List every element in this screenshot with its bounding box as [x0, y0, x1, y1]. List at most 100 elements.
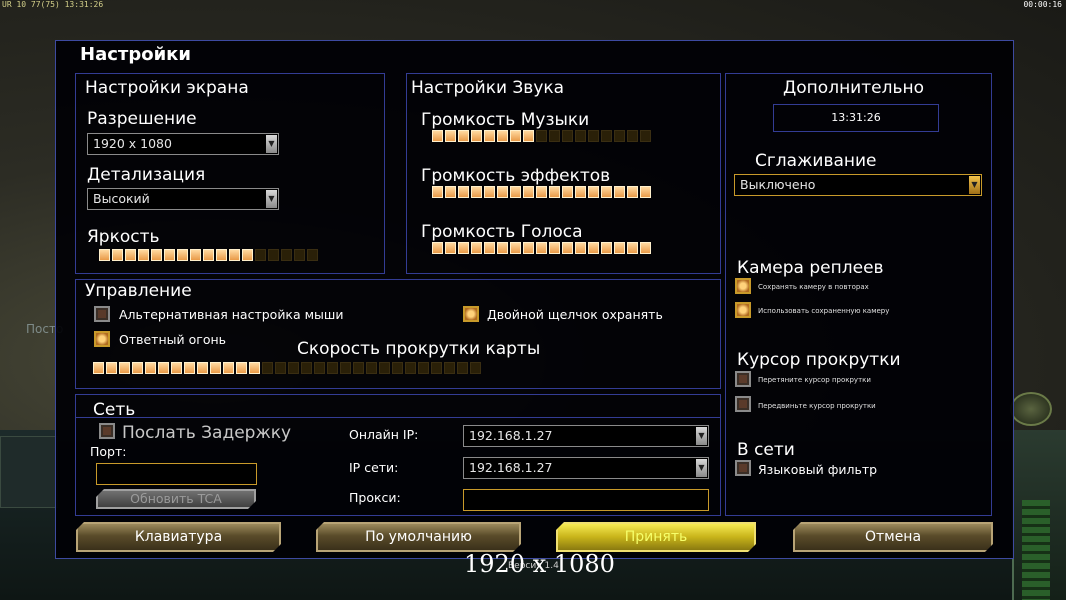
slider-segment[interactable] [197, 362, 208, 374]
slider-segment[interactable] [445, 130, 456, 142]
slider-segment[interactable] [145, 362, 156, 374]
send-delay-checkbox[interactable] [99, 423, 115, 439]
slider-segment[interactable] [249, 362, 260, 374]
slider-segment[interactable] [112, 249, 123, 261]
slider-segment[interactable] [458, 130, 469, 142]
slider-segment[interactable] [445, 242, 456, 254]
slider-segment[interactable] [229, 249, 240, 261]
slider-segment[interactable] [471, 130, 482, 142]
slider-segment[interactable] [614, 130, 625, 142]
slider-segment[interactable] [575, 186, 586, 198]
slider-segment[interactable] [314, 362, 325, 374]
slider-segment[interactable] [471, 186, 482, 198]
slider-segment[interactable] [242, 249, 253, 261]
defaults-button[interactable]: По умолчанию [316, 522, 521, 552]
slider-segment[interactable] [444, 362, 455, 374]
port-input[interactable] [96, 463, 257, 485]
slider-segment[interactable] [177, 249, 188, 261]
slider-segment[interactable] [216, 249, 227, 261]
chevron-down-icon[interactable]: ▼ [696, 459, 707, 477]
slider-segment[interactable] [510, 130, 521, 142]
slider-segment[interactable] [523, 186, 534, 198]
slider-segment[interactable] [171, 362, 182, 374]
slider-segment[interactable] [223, 362, 234, 374]
slider-segment[interactable] [432, 242, 443, 254]
slider-segment[interactable] [523, 130, 534, 142]
slider-segment[interactable] [405, 362, 416, 374]
detail-dropdown[interactable]: Высокий ▼ [87, 188, 279, 210]
update-tca-button[interactable]: Обновить TCA [96, 489, 256, 509]
scroll-cursor-move-checkbox[interactable] [735, 396, 751, 412]
slider-segment[interactable] [99, 249, 110, 261]
replay-save-camera-checkbox[interactable] [735, 278, 751, 294]
slider-segment[interactable] [588, 130, 599, 142]
slider-segment[interactable] [614, 186, 625, 198]
slider-segment[interactable] [184, 362, 195, 374]
scroll-speed-slider[interactable] [93, 362, 481, 374]
language-filter-checkbox[interactable] [735, 460, 751, 476]
slider-segment[interactable] [575, 130, 586, 142]
slider-segment[interactable] [106, 362, 117, 374]
voice-volume-slider[interactable] [432, 242, 651, 254]
slider-segment[interactable] [640, 130, 651, 142]
slider-segment[interactable] [497, 130, 508, 142]
slider-segment[interactable] [588, 186, 599, 198]
slider-segment[interactable] [268, 249, 279, 261]
slider-segment[interactable] [484, 242, 495, 254]
slider-segment[interactable] [418, 362, 429, 374]
music-volume-slider[interactable] [432, 130, 651, 142]
slider-segment[interactable] [288, 362, 299, 374]
slider-segment[interactable] [431, 362, 442, 374]
slider-segment[interactable] [549, 242, 560, 254]
slider-segment[interactable] [353, 362, 364, 374]
scroll-cursor-drag-checkbox[interactable] [735, 371, 751, 387]
chevron-down-icon[interactable]: ▼ [969, 176, 980, 194]
slider-segment[interactable] [340, 362, 351, 374]
slider-segment[interactable] [497, 186, 508, 198]
slider-segment[interactable] [471, 242, 482, 254]
lan-ip-dropdown[interactable]: 192.168.1.27 ▼ [463, 457, 709, 479]
slider-segment[interactable] [601, 130, 612, 142]
accept-button[interactable]: Принять [556, 522, 756, 552]
slider-segment[interactable] [203, 249, 214, 261]
slider-segment[interactable] [379, 362, 390, 374]
slider-segment[interactable] [132, 362, 143, 374]
brightness-slider[interactable] [99, 249, 318, 261]
slider-segment[interactable] [497, 242, 508, 254]
slider-segment[interactable] [536, 130, 547, 142]
slider-segment[interactable] [627, 130, 638, 142]
slider-segment[interactable] [458, 242, 469, 254]
return-fire-checkbox[interactable] [94, 331, 110, 347]
slider-segment[interactable] [601, 242, 612, 254]
proxy-input[interactable] [463, 489, 709, 511]
online-ip-dropdown[interactable]: 192.168.1.27 ▼ [463, 425, 709, 447]
slider-segment[interactable] [210, 362, 221, 374]
slider-segment[interactable] [164, 249, 175, 261]
antialias-dropdown[interactable]: Выключено ▼ [734, 174, 982, 196]
slider-segment[interactable] [523, 242, 534, 254]
replay-use-saved-checkbox[interactable] [735, 302, 751, 318]
slider-segment[interactable] [275, 362, 286, 374]
slider-segment[interactable] [307, 249, 318, 261]
resolution-dropdown[interactable]: 1920 x 1080 ▼ [87, 133, 279, 155]
slider-segment[interactable] [138, 249, 149, 261]
slider-segment[interactable] [575, 242, 586, 254]
slider-segment[interactable] [510, 186, 521, 198]
slider-segment[interactable] [549, 130, 560, 142]
slider-segment[interactable] [549, 186, 560, 198]
slider-segment[interactable] [640, 186, 651, 198]
slider-segment[interactable] [432, 130, 443, 142]
alt-mouse-checkbox[interactable] [94, 306, 110, 322]
slider-segment[interactable] [588, 242, 599, 254]
slider-segment[interactable] [445, 186, 456, 198]
slider-segment[interactable] [281, 249, 292, 261]
slider-segment[interactable] [536, 186, 547, 198]
slider-segment[interactable] [640, 242, 651, 254]
slider-segment[interactable] [627, 186, 638, 198]
slider-segment[interactable] [151, 249, 162, 261]
slider-segment[interactable] [432, 186, 443, 198]
slider-segment[interactable] [457, 362, 468, 374]
slider-segment[interactable] [301, 362, 312, 374]
slider-segment[interactable] [294, 249, 305, 261]
chevron-down-icon[interactable]: ▼ [266, 190, 277, 208]
